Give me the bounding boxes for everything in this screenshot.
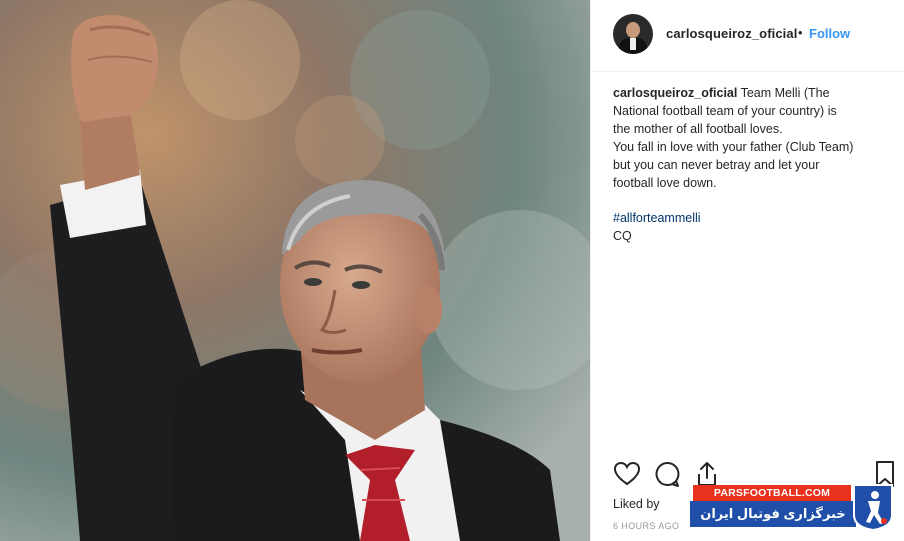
separator-dot: • xyxy=(798,25,803,40)
caption-line-4: You fall in love with your father (Club … xyxy=(613,140,854,154)
caption-signature: CQ xyxy=(613,229,632,243)
follow-button[interactable]: Follow xyxy=(809,26,850,41)
post-caption: carlosqueiroz_oficial Team Melli (The Na… xyxy=(613,84,888,245)
comment-icon[interactable] xyxy=(653,460,681,488)
caption-line-2: National football team of your country) … xyxy=(613,104,837,118)
post-header: carlosqueiroz_oficial • Follow xyxy=(591,0,904,72)
avatar[interactable] xyxy=(613,14,653,54)
post-side-panel: carlosqueiroz_oficial • Follow carlosque… xyxy=(590,0,904,541)
caption-line-1: Team Melli (The xyxy=(740,86,830,100)
hashtag-link[interactable]: #allforteammelli xyxy=(613,209,888,227)
watermark-site: PARSFOOTBALL.COM xyxy=(693,485,851,501)
instagram-post: carlosqueiroz_oficial • Follow carlosque… xyxy=(0,0,904,541)
caption-line-6: football love down. xyxy=(613,176,717,190)
parsfootball-logo-icon xyxy=(853,484,893,531)
coach-fist-photo xyxy=(0,0,590,541)
liked-by-text[interactable]: Liked by xyxy=(613,497,660,511)
caption-line-5: but you can never betray and let your xyxy=(613,158,820,172)
parsfootball-watermark: PARSFOOTBALL.COM خبرگزاری فوتبال ایران xyxy=(690,483,898,533)
post-timestamp: 6 HOURS AGO xyxy=(613,521,680,531)
post-photo[interactable] xyxy=(0,0,590,541)
heart-icon[interactable] xyxy=(613,460,641,488)
caption-line-3: the mother of all football loves. xyxy=(613,122,783,136)
watermark-tagline: خبرگزاری فوتبال ایران xyxy=(690,501,856,527)
caption-username[interactable]: carlosqueiroz_oficial xyxy=(613,86,737,100)
username-link[interactable]: carlosqueiroz_oficial xyxy=(666,26,797,41)
